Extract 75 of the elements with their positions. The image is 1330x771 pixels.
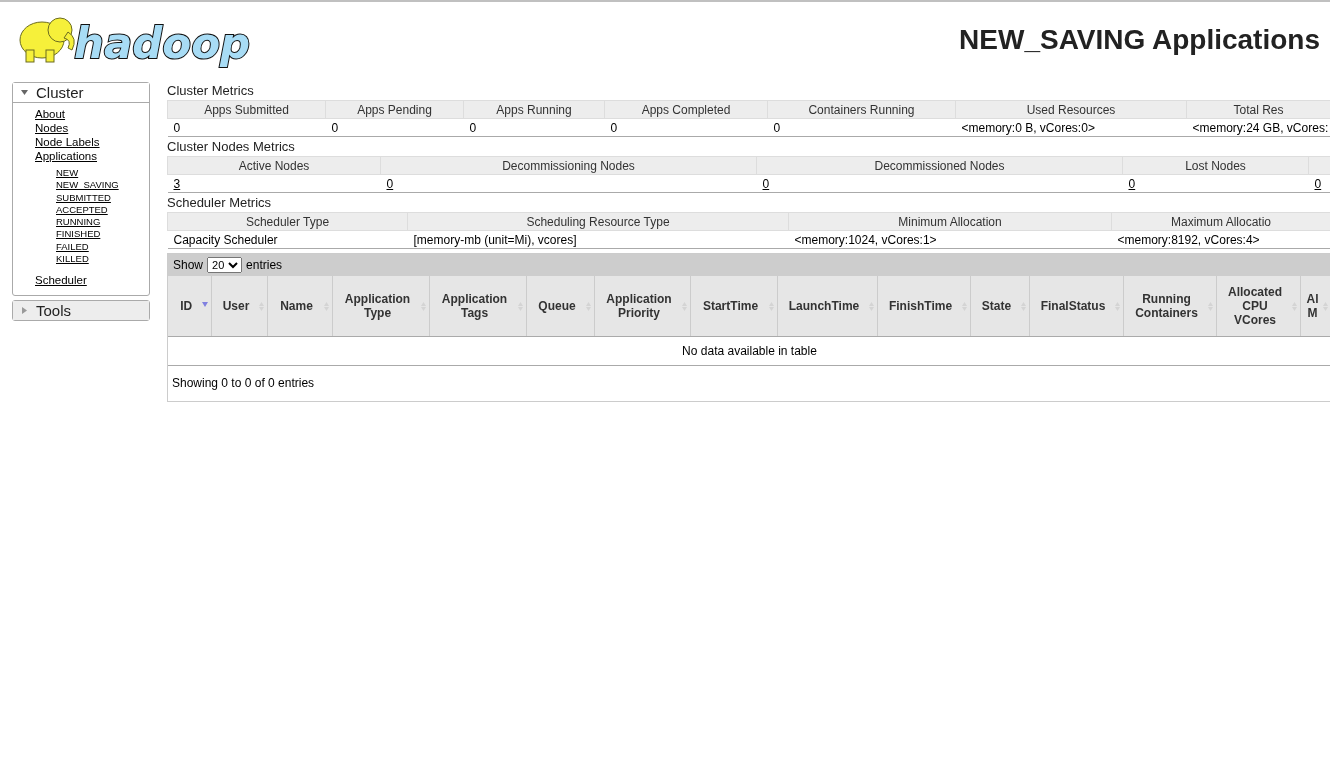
column-header[interactable]: StartTime (690, 276, 777, 337)
caret-right-icon (21, 307, 28, 315)
cell-link[interactable]: 0 (386, 176, 394, 191)
table-info: Showing 0 to 0 of 0 entries (171, 375, 316, 392)
sidebar-sublink[interactable]: SUBMITTED (56, 191, 111, 204)
table-cell: <memory:0 B, vCores:0> (955, 118, 1187, 137)
column-header: Maximum Allocatio (1111, 212, 1330, 231)
sort-descending-icon (201, 302, 208, 307)
show-label: Show (173, 258, 204, 272)
empty-message: No data available in table (682, 344, 817, 358)
column-header: Apps Completed (604, 100, 768, 119)
column-header: Containers Running (767, 100, 956, 119)
sidebar-sublink[interactable]: FINISHED (56, 228, 101, 241)
column-header[interactable]: Application Type (332, 276, 429, 337)
column-header: Apps Pending (325, 100, 464, 119)
page-title: NEW_SAVING Applications (959, 24, 1320, 56)
column-header[interactable]: FinishTime (877, 276, 970, 337)
table-cell: 0 (604, 118, 768, 137)
column-header[interactable]: Al M (1300, 276, 1330, 337)
table-cell: <memory:24 GB, vCores: (1186, 118, 1330, 137)
sidebar-link[interactable]: Nodes (35, 121, 69, 135)
table-cell: 0 (325, 118, 464, 137)
table-cell: 0 (167, 118, 326, 137)
sidebar-sublink[interactable]: FAILED (56, 240, 89, 254)
column-header: Total Res (1186, 100, 1330, 119)
column-header[interactable]: Queue (526, 276, 594, 337)
column-header[interactable]: Application Priority (594, 276, 690, 337)
column-header: Lost Nodes (1122, 156, 1309, 175)
table-cell: <memory:1024, vCores:1> (788, 230, 1112, 249)
column-header[interactable]: Name (267, 276, 332, 337)
column-header: Apps Submitted (167, 100, 326, 119)
column-header[interactable]: State (970, 276, 1029, 337)
column-header[interactable]: ID (168, 276, 211, 337)
section-header[interactable]: Tools (13, 301, 149, 321)
sidebar-sublink[interactable]: NEW (56, 167, 79, 180)
caret-down-icon (21, 89, 28, 96)
column-header: Decommissioning Nodes (380, 156, 757, 175)
table-cell: 0 (767, 118, 956, 137)
column-header: Decommissioned Nodes (756, 156, 1123, 175)
column-header[interactable]: FinalStatus (1029, 276, 1123, 337)
column-header (1308, 156, 1330, 175)
sidebar-link[interactable]: Node Labels (35, 135, 100, 149)
table-cell: Capacity Scheduler (167, 230, 408, 249)
column-header: Scheduler Type (167, 212, 408, 231)
table-cell: <memory:8192, vCores:4> (1111, 230, 1330, 249)
sidebar-link[interactable]: About (35, 107, 66, 121)
sidebar-link[interactable]: Applications (35, 149, 97, 163)
column-header: Minimum Allocation (788, 212, 1112, 231)
cell-link[interactable]: 3 (173, 176, 181, 191)
metrics-title: Cluster Metrics (167, 82, 255, 100)
page-size-select[interactable]: 20 (207, 257, 243, 273)
sidebar-link[interactable]: Scheduler (35, 273, 87, 288)
cell-link[interactable]: 0 (762, 176, 770, 191)
cell-link[interactable]: 0 (1128, 176, 1136, 191)
hadoop-logo: hadoop (12, 10, 252, 70)
sidebar-sublink[interactable]: NEW_SAVING (56, 179, 119, 192)
table-cell: 0 (463, 118, 605, 137)
entries-label: entries (246, 258, 283, 272)
column-header[interactable]: Running Containers (1123, 276, 1216, 337)
column-header[interactable]: LaunchTime (777, 276, 877, 337)
sidebar-sublink[interactable]: KILLED (56, 253, 89, 266)
sidebar-sublink[interactable]: ACCEPTED (56, 203, 108, 217)
column-header: Active Nodes (167, 156, 381, 175)
column-header[interactable]: Allocated CPU VCores (1216, 276, 1300, 337)
column-header[interactable]: User (211, 276, 267, 337)
column-header[interactable]: Application Tags (429, 276, 526, 337)
table-cell: [memory-mb (unit=Mi), vcores] (407, 230, 789, 249)
column-header: Used Resources (955, 100, 1187, 119)
metrics-title: Cluster Nodes Metrics (167, 138, 296, 156)
column-header: Apps Running (463, 100, 605, 119)
sidebar-sublink[interactable]: RUNNING (56, 216, 101, 229)
metrics-title: Scheduler Metrics (167, 194, 273, 212)
section-header[interactable]: Cluster (13, 83, 149, 103)
cell-link[interactable]: 0 (1314, 176, 1322, 191)
column-header: Scheduling Resource Type (407, 212, 789, 231)
